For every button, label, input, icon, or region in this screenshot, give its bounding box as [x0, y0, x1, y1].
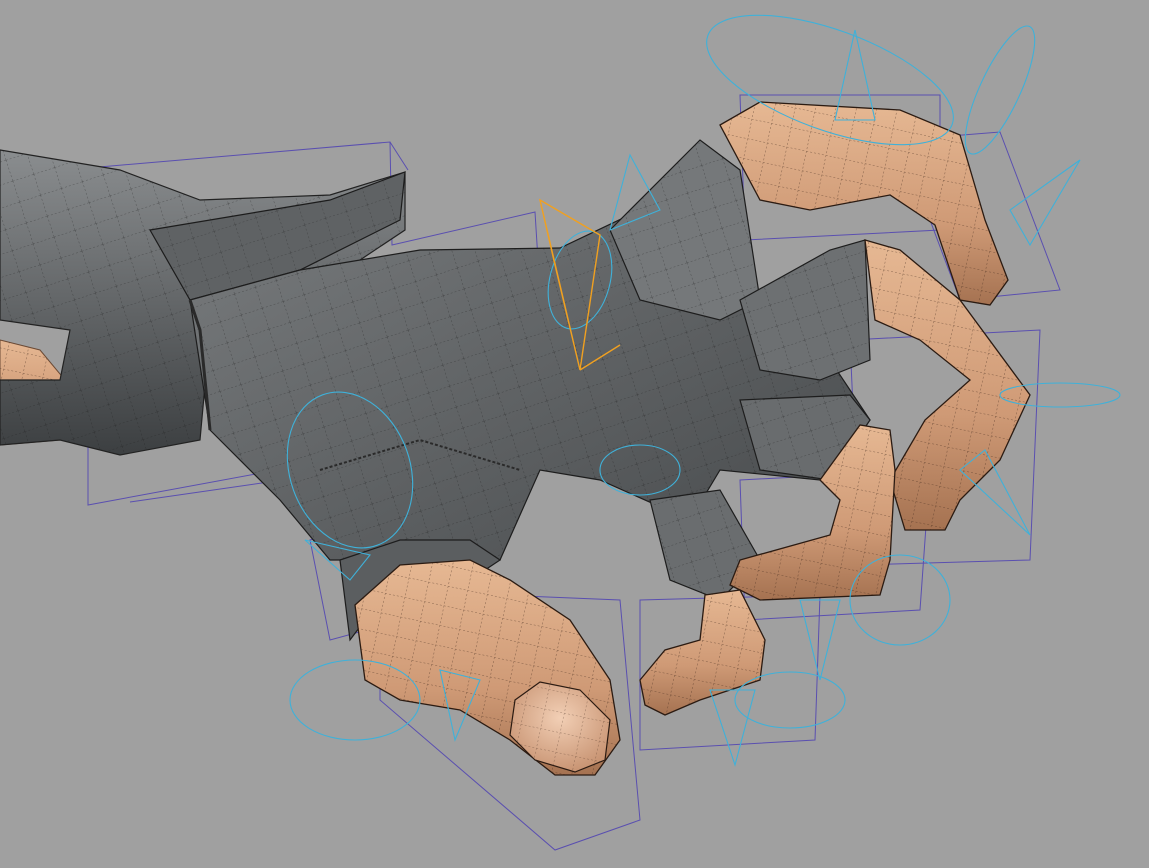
viewport-canvas[interactable] [0, 0, 1149, 868]
3d-viewport[interactable] [0, 0, 1149, 868]
